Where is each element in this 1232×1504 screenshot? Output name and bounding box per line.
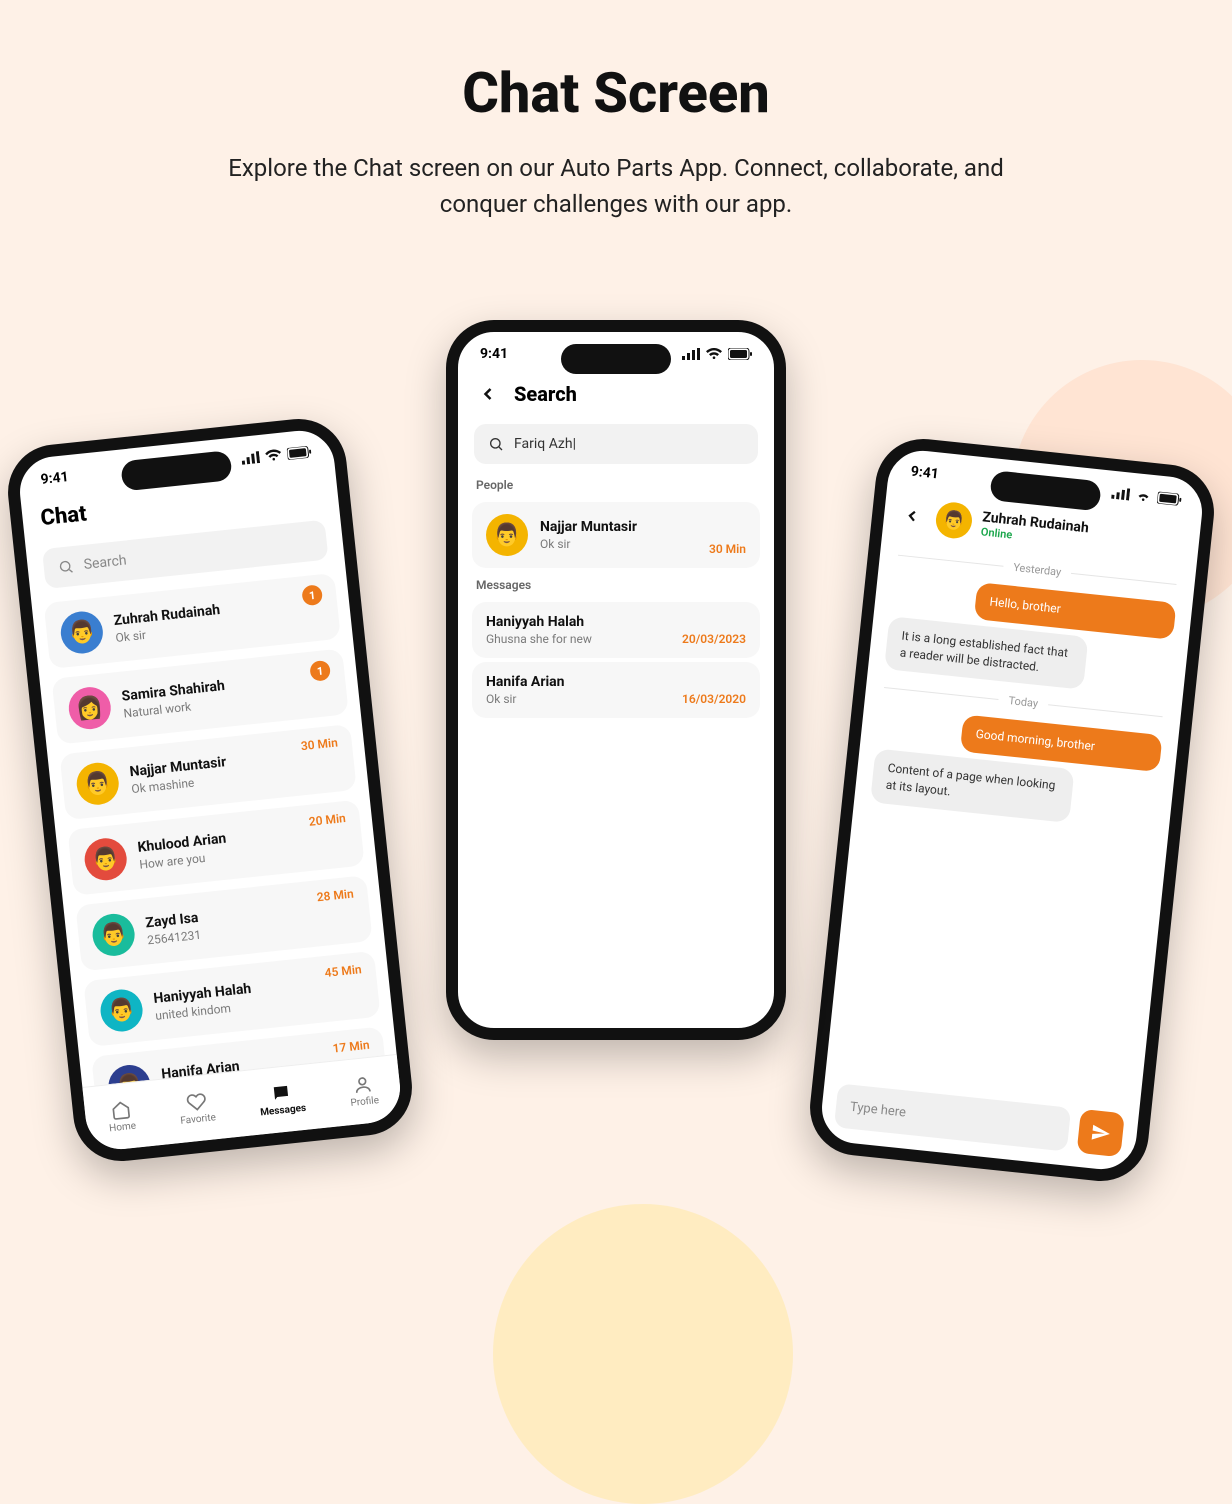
unread-badge: 1 bbox=[309, 660, 331, 682]
result-name: Hanifa Arian bbox=[486, 674, 746, 690]
result-sub: Ok sir bbox=[540, 537, 637, 551]
chat-time: 30 Min bbox=[300, 735, 338, 753]
tab-label: Home bbox=[109, 1121, 137, 1135]
wifi-icon bbox=[1135, 489, 1152, 503]
composer: Type here bbox=[834, 1083, 1125, 1157]
result-meta: 16/03/2020 bbox=[682, 692, 746, 706]
status-time: 9:41 bbox=[480, 346, 508, 362]
chat-time: 20 Min bbox=[308, 811, 346, 829]
status-icons bbox=[241, 446, 312, 465]
message-icon bbox=[270, 1082, 292, 1104]
battery-icon bbox=[728, 348, 752, 360]
heart-icon bbox=[185, 1091, 207, 1113]
phone-search: 9:41 Search Fariq Azh| People 👨 Najjar M… bbox=[446, 320, 786, 1040]
tab-label: Profile bbox=[350, 1095, 380, 1109]
message-result[interactable]: Hanifa Arian Ok sir 16/03/2020 bbox=[472, 662, 760, 718]
send-button[interactable] bbox=[1077, 1109, 1125, 1157]
avatar: 👩 bbox=[67, 685, 113, 731]
status-icons bbox=[1111, 487, 1182, 506]
notch bbox=[561, 344, 671, 374]
tab-label: Messages bbox=[260, 1103, 307, 1119]
signal-icon bbox=[682, 348, 700, 360]
tab-profile[interactable]: Profile bbox=[348, 1073, 380, 1109]
phone-chat-list: 9:41 Chat Search 👨 Zuhrah RudainahOk sir… bbox=[3, 414, 416, 1166]
status-icons bbox=[682, 348, 752, 360]
tab-favorite[interactable]: Favorite bbox=[178, 1090, 217, 1127]
avatar: 👨 bbox=[934, 501, 974, 541]
back-button[interactable] bbox=[474, 380, 502, 408]
avatar: 👨 bbox=[59, 609, 105, 655]
page-description: Explore the Chat screen on our Auto Part… bbox=[186, 150, 1046, 222]
search-header: Search bbox=[458, 376, 774, 416]
tab-home[interactable]: Home bbox=[106, 1099, 136, 1135]
tab-label: Favorite bbox=[180, 1112, 217, 1127]
search-placeholder: Search bbox=[83, 553, 127, 573]
result-name: Najjar Muntasir bbox=[540, 519, 637, 535]
chevron-left-icon bbox=[478, 384, 498, 404]
chat-time: 28 Min bbox=[316, 887, 354, 905]
message-result[interactable]: Haniyyah Halah Ghusna she for new 20/03/… bbox=[472, 602, 760, 658]
search-icon bbox=[488, 436, 504, 452]
message-input[interactable]: Type here bbox=[834, 1083, 1071, 1151]
wifi-icon bbox=[265, 449, 282, 463]
page-title: Chat Screen bbox=[0, 60, 1232, 126]
avatar: 👨 bbox=[98, 987, 144, 1033]
status-time: 9:41 bbox=[910, 464, 940, 483]
battery-icon bbox=[1157, 492, 1182, 506]
chat-time: 45 Min bbox=[324, 962, 362, 980]
person-icon bbox=[352, 1074, 374, 1096]
phone-conversation: 9:41 👨 Zuhrah Rudainah Online Yesterday … bbox=[805, 434, 1218, 1186]
chat-time: 17 Min bbox=[332, 1038, 370, 1056]
chat-list: 👨 Zuhrah RudainahOk sir 1 👩 Samira Shahi… bbox=[31, 566, 400, 1124]
section-messages: Messages bbox=[458, 572, 774, 598]
result-name: Haniyyah Halah bbox=[486, 614, 746, 630]
search-icon bbox=[57, 558, 75, 576]
avatar: 👨 bbox=[83, 836, 129, 882]
home-icon bbox=[110, 1099, 132, 1121]
battery-icon bbox=[287, 446, 312, 460]
signal-icon bbox=[1111, 487, 1130, 501]
search-input[interactable]: Fariq Azh| bbox=[474, 424, 758, 464]
result-meta: 30 Min bbox=[709, 542, 746, 556]
avatar: 👨 bbox=[486, 514, 528, 556]
unread-badge: 1 bbox=[301, 584, 323, 606]
send-icon bbox=[1090, 1122, 1112, 1144]
signal-icon bbox=[241, 451, 260, 465]
result-meta: 20/03/2023 bbox=[682, 632, 746, 646]
input-placeholder: Type here bbox=[849, 1099, 906, 1120]
wifi-icon bbox=[706, 348, 722, 360]
back-button[interactable] bbox=[897, 501, 928, 532]
people-result[interactable]: 👨 Najjar Muntasir Ok sir 30 Min bbox=[472, 502, 760, 568]
avatar: 👨 bbox=[75, 761, 121, 807]
avatar: 👨 bbox=[91, 912, 137, 958]
search-title: Search bbox=[514, 382, 577, 406]
chevron-left-icon bbox=[902, 506, 922, 526]
chat-preview: 25641231 bbox=[147, 928, 202, 948]
section-people: People bbox=[458, 472, 774, 498]
status-time: 9:41 bbox=[40, 469, 70, 488]
tab-messages[interactable]: Messages bbox=[257, 1081, 306, 1119]
search-query: Fariq Azh| bbox=[514, 436, 576, 452]
